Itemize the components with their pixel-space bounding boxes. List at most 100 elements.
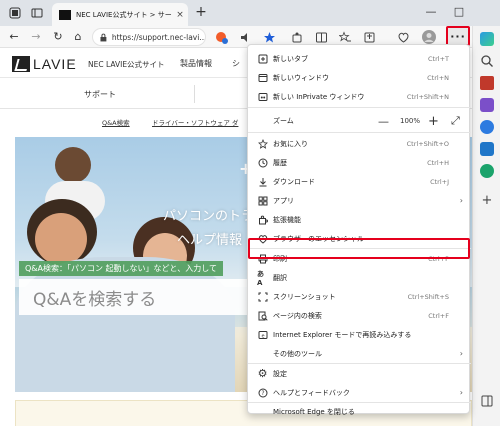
menu-item-history[interactable]: 履歴 Ctrl+H [248, 153, 471, 172]
settings-icon: ⚙ [257, 367, 268, 380]
new-tab-button[interactable]: + [194, 5, 208, 21]
menu-item-shortcut: Ctrl+T [428, 54, 449, 63]
profile-icon[interactable] [8, 6, 22, 20]
menu-item-shortcut: Ctrl+Shift+S [407, 292, 449, 301]
sidebar-toggle-icon[interactable] [480, 394, 494, 408]
menu-item-shortcut: Ctrl+Shift+N [406, 92, 449, 101]
tools-icon[interactable] [480, 98, 494, 112]
site-favicon [59, 9, 71, 20]
menu-item-more-tools[interactable]: その他のツール › [248, 344, 471, 363]
qa-search-input[interactable]: Q&Aを検索する [19, 279, 259, 315]
avatar[interactable] [422, 30, 436, 44]
menu-item-inprivate[interactable]: 新しい InPrivate ウィンドウ Ctrl+Shift+N [248, 87, 471, 106]
menu-item-find[interactable]: ページ内の検索 Ctrl+F [248, 306, 471, 325]
driver-software-link[interactable]: ドライバー・ソフトウェア ダ [152, 117, 238, 127]
menu-item-shortcut: Ctrl+J [430, 177, 449, 186]
menu-item-settings[interactable]: ⚙ 設定 [248, 364, 471, 383]
menu-products[interactable]: 製品情報 [180, 58, 212, 69]
read-aloud-icon[interactable] [238, 30, 252, 44]
chevron-right-icon: › [459, 196, 463, 205]
divider [194, 85, 195, 103]
menu-item-label: ページ内の検索 [273, 311, 322, 320]
menu-item-label: 履歴 [273, 158, 287, 167]
copilot-icon[interactable] [480, 32, 494, 46]
screenshot-icon [257, 291, 268, 302]
extensions-icon [257, 214, 268, 225]
menu-item-ie-mode[interactable]: e Internet Explorer モードで再読み込みする [248, 325, 471, 344]
tab-close-icon[interactable]: × [172, 10, 188, 20]
tab-active[interactable]: NEC LAVIE公式サイト > サービス＆サ × [52, 3, 188, 26]
menu-item-shortcut: Ctrl+F [428, 311, 449, 320]
edge-sidebar: + [472, 26, 500, 426]
minimize-button[interactable]: — [424, 5, 438, 18]
menu-item-label: スクリーンショット [273, 292, 336, 301]
menu-item-new-window[interactable]: 新しいウィンドウ Ctrl+N [248, 68, 471, 87]
collections-icon[interactable] [362, 30, 376, 44]
menu-item-translate[interactable]: あA 翻訳 [248, 268, 471, 287]
forward-icon[interactable]: → [28, 29, 44, 45]
maximize-button[interactable]: □ [452, 5, 466, 18]
new-tab-icon [257, 53, 268, 64]
add-sidebar-icon[interactable]: + [480, 194, 494, 208]
menu-item-label: 設定 [273, 369, 287, 378]
drop-icon[interactable] [480, 164, 494, 178]
tracking-badge-icon[interactable] [214, 30, 228, 44]
refresh-icon[interactable]: ↻ [50, 29, 66, 45]
menu-item-new-tab[interactable]: 新しいタブ Ctrl+T [248, 49, 471, 68]
menu-item-label: その他のツール [273, 349, 322, 358]
hero-subheading: ヘルプ情報 [177, 233, 243, 248]
menu-item-label: 翻訳 [273, 273, 287, 282]
site-name[interactable]: NEC LAVIE公式サイト [88, 59, 165, 70]
apps-icon [257, 195, 268, 206]
browser-essentials-icon[interactable] [396, 30, 410, 44]
extensions-toolbar-icon[interactable] [290, 30, 304, 44]
settings-more-button[interactable]: ··· [446, 26, 470, 46]
qa-search-link[interactable]: Q&A検索 [102, 117, 130, 127]
back-icon[interactable]: ← [6, 29, 22, 45]
menu-item-favorites[interactable]: お気に入り Ctrl+Shift+O [248, 134, 471, 153]
menu-item-downloads[interactable]: ダウンロード Ctrl+J [248, 172, 471, 191]
zoom-in-button[interactable]: + [428, 110, 439, 132]
menu-item-shortcut: Ctrl+N [427, 73, 449, 82]
family-bodies [15, 257, 235, 392]
fullscreen-icon[interactable]: ⤢ [451, 110, 460, 132]
menu-item-close-edge[interactable]: Microsoft Edge を閉じる [248, 395, 471, 416]
zoom-label: ズーム [273, 117, 294, 125]
games-icon[interactable] [480, 120, 494, 134]
menu-item-screenshot[interactable]: スクリーンショット Ctrl+Shift+S [248, 287, 471, 306]
zoom-level: 100% [400, 117, 421, 125]
url-field[interactable]: https://support.nec-lavi... [92, 28, 206, 46]
split-screen-icon[interactable] [314, 30, 328, 44]
outlook-icon[interactable] [480, 142, 494, 156]
tab-title: NEC LAVIE公式サイト > サービス＆サ [76, 10, 172, 19]
menu-item-apps[interactable]: アプリ › [248, 191, 471, 210]
menu-item-label: Microsoft Edge を閉じる [273, 408, 355, 416]
favorite-star-icon[interactable] [262, 30, 276, 44]
ie-mode-icon: e [257, 329, 268, 340]
find-icon [257, 310, 268, 321]
menu-item-label: ダウンロード [273, 177, 315, 186]
lavie-logo[interactable]: LAVIE [12, 56, 77, 72]
tab-actions-icon[interactable] [30, 6, 44, 20]
search-icon[interactable] [480, 54, 494, 68]
menu-item-extensions[interactable]: 拡張機能 [248, 210, 471, 229]
home-icon[interactable]: ⌂ [70, 29, 86, 45]
favorites-icon [257, 138, 268, 149]
shopping-icon[interactable] [480, 76, 494, 90]
new-window-icon [257, 72, 268, 83]
menu-next[interactable]: シ [232, 58, 240, 69]
zoom-out-button[interactable]: — [378, 110, 389, 132]
url-text: https://support.nec-lavi... [111, 32, 205, 42]
menu-item-shortcut: Ctrl+H [427, 158, 449, 167]
menu-item-zoom: ズーム — 100% + ⤢ [248, 110, 471, 132]
svg-text:e: e [261, 333, 264, 339]
qa-search-placeholder: Q&Aを検索する [33, 289, 157, 310]
translate-icon: あA [257, 269, 264, 287]
settings-menu: 新しいタブ Ctrl+T 新しいウィンドウ Ctrl+N 新しい InPriva… [247, 44, 471, 416]
father-face [35, 213, 87, 265]
favorites-bar-icon[interactable] [338, 30, 352, 44]
chevron-right-icon: › [459, 349, 463, 358]
support-link[interactable]: サポート [84, 89, 116, 100]
lock-icon [100, 33, 107, 41]
menu-item-shortcut: Ctrl+Shift+O [406, 139, 449, 148]
